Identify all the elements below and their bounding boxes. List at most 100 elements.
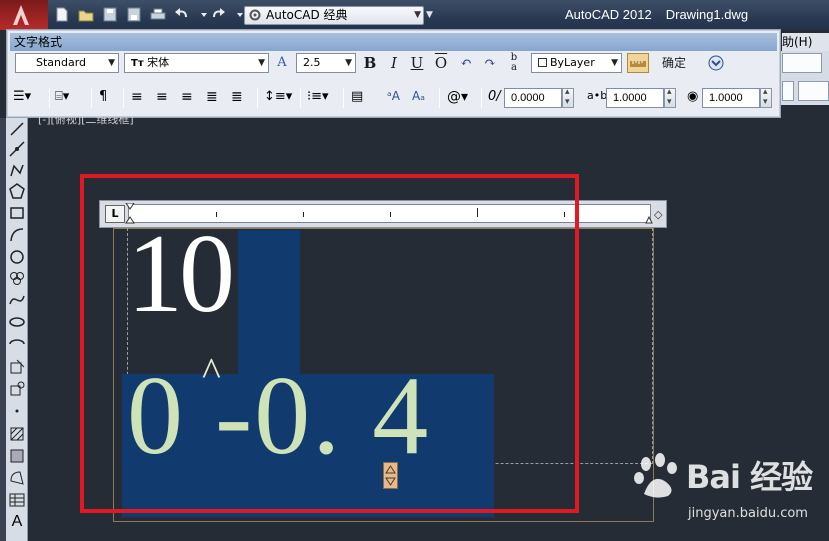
undo-dropdown-icon[interactable]	[196, 7, 207, 22]
undo-icon[interactable]	[174, 7, 190, 22]
print-icon[interactable]	[150, 7, 166, 22]
autocad-logo-button[interactable]	[0, 0, 48, 30]
tracking-icon: a•b	[587, 89, 608, 102]
linetype-dropdown[interactable]	[782, 53, 822, 73]
align-right-icon[interactable]: ≡	[181, 89, 201, 107]
bold-button[interactable]: B	[362, 53, 378, 73]
separator	[91, 88, 92, 108]
open-folder-icon[interactable]	[78, 7, 94, 22]
italic-button[interactable]: I	[386, 53, 402, 73]
hatch-icon[interactable]	[8, 425, 26, 443]
insert-block-icon[interactable]	[8, 358, 26, 376]
line-icon[interactable]	[8, 120, 26, 138]
new-file-icon[interactable]	[54, 7, 70, 22]
save-icon[interactable]	[102, 7, 118, 22]
oblique-angle-icon: 0/	[488, 89, 501, 104]
spline-icon[interactable]	[8, 291, 26, 309]
construction-line-icon[interactable]	[8, 140, 26, 158]
lowercase-icon[interactable]: Aₐ	[412, 89, 434, 107]
multiline-text-icon[interactable]: A	[8, 513, 26, 531]
redo-dropdown-icon[interactable]	[232, 7, 243, 22]
highlight-annotation-frame	[80, 174, 579, 513]
mtext-justification-icon[interactable]: ⌸▾	[55, 89, 85, 107]
redo-icon[interactable]: ↷	[481, 53, 499, 73]
lineweight-field[interactable]	[798, 81, 829, 101]
ruler-toggle-icon[interactable]	[627, 53, 649, 73]
viewport-label[interactable]: [-][俯视][二维线框]	[38, 117, 134, 127]
insert-field-icon[interactable]: ▤	[351, 89, 371, 107]
color-select[interactable]: ByLayer ▼	[531, 53, 622, 73]
separator	[49, 88, 50, 108]
right-margin-marker-icon[interactable]	[645, 203, 653, 224]
table-icon[interactable]	[8, 491, 26, 509]
panel-title[interactable]: 文字格式	[10, 33, 777, 51]
oblique-angle-field[interactable]: 0.0000	[504, 88, 562, 108]
chevron-down-icon: ▼	[611, 58, 618, 68]
rectangle-icon[interactable]	[8, 204, 26, 222]
undo-icon[interactable]: ↶	[457, 53, 475, 73]
columns-icon[interactable]: ☰▾	[13, 89, 43, 107]
tracking-spinner[interactable]	[664, 87, 676, 108]
gear-icon	[248, 8, 262, 27]
region-icon[interactable]	[8, 469, 26, 487]
uppercase-icon[interactable]: ᵃA	[387, 89, 409, 107]
separator	[481, 88, 482, 108]
properties-toolbar-fragment	[780, 51, 829, 105]
ok-button[interactable]: 确定	[659, 53, 689, 73]
make-block-icon[interactable]	[8, 380, 26, 398]
symbol-icon[interactable]: @▾	[447, 89, 475, 107]
gradient-icon[interactable]	[8, 447, 26, 465]
separator	[343, 88, 344, 108]
polygon-icon[interactable]	[8, 182, 26, 200]
overline-button[interactable]: O	[433, 53, 449, 73]
watermark-brand: Bai 经验	[686, 458, 813, 496]
width-factor-value: 1.0000	[709, 92, 743, 104]
ellipse-icon[interactable]	[8, 313, 26, 331]
redo-icon[interactable]	[210, 7, 226, 22]
text-style-select[interactable]: Standard ▼	[15, 53, 119, 73]
revision-cloud-icon[interactable]	[8, 269, 26, 287]
oblique-angle-spinner[interactable]	[562, 87, 574, 108]
ruler-width-handle-icon[interactable]: ◇	[654, 208, 662, 221]
ellipse-arc-icon[interactable]	[8, 335, 26, 353]
stack-icon[interactable]: ba	[505, 53, 523, 73]
watermark-url: jingyan.baidu.com	[688, 506, 808, 521]
chevron-down-icon: ▼	[108, 58, 115, 68]
font-value: 宋体	[147, 56, 170, 69]
text-height-field[interactable]: 2.5 ▼	[296, 53, 356, 73]
font-select[interactable]: Tт 宋体 ▼	[124, 53, 269, 73]
save-as-icon[interactable]	[126, 7, 142, 22]
justify-icon[interactable]: ≣	[206, 89, 226, 107]
lineweight-dropdown[interactable]	[782, 81, 794, 101]
separator	[257, 88, 258, 108]
circle-icon[interactable]	[8, 248, 26, 266]
workspace-label: AutoCAD 经典	[266, 8, 348, 22]
annotative-icon[interactable]: A	[274, 53, 290, 73]
options-icon[interactable]	[707, 53, 725, 73]
menu-help[interactable]: 助(H)	[782, 33, 829, 51]
width-factor-spinner[interactable]	[760, 87, 772, 108]
quick-access-customize-icon[interactable]: ▼	[426, 6, 438, 25]
paragraph-icon[interactable]: ¶	[99, 89, 119, 107]
width-factor-field[interactable]: 1.0000	[702, 88, 760, 108]
chevron-down-icon: ▼	[414, 10, 421, 20]
numbering-icon[interactable]: ⁝≡▾	[307, 89, 337, 107]
workspace-select[interactable]: AutoCAD 经典 ▼	[244, 6, 424, 25]
text-height-value: 2.5	[303, 56, 321, 69]
document-name: Drawing1.dwg	[665, 7, 749, 22]
tracking-field[interactable]: 1.0000	[606, 88, 664, 108]
window-title: AutoCAD 2012 Drawing1.dwg	[565, 7, 748, 22]
distribute-icon[interactable]: ≣	[231, 89, 251, 107]
color-swatch	[538, 58, 547, 67]
chevron-down-icon: ▼	[345, 58, 352, 68]
arc-icon[interactable]	[8, 226, 26, 244]
align-center-icon[interactable]: ≡	[156, 89, 176, 107]
underline-button[interactable]: U	[409, 53, 425, 73]
point-icon[interactable]	[8, 402, 26, 420]
polyline-icon[interactable]	[8, 161, 26, 179]
baidu-watermark: Bai 经验 jingyan.baidu.com	[632, 448, 829, 541]
align-left-icon[interactable]: ≡	[131, 89, 151, 107]
line-spacing-icon[interactable]: ↕≡▾	[264, 89, 294, 107]
chevron-down-icon: ▼	[258, 58, 265, 68]
tracking-value: 1.0000	[613, 92, 647, 104]
